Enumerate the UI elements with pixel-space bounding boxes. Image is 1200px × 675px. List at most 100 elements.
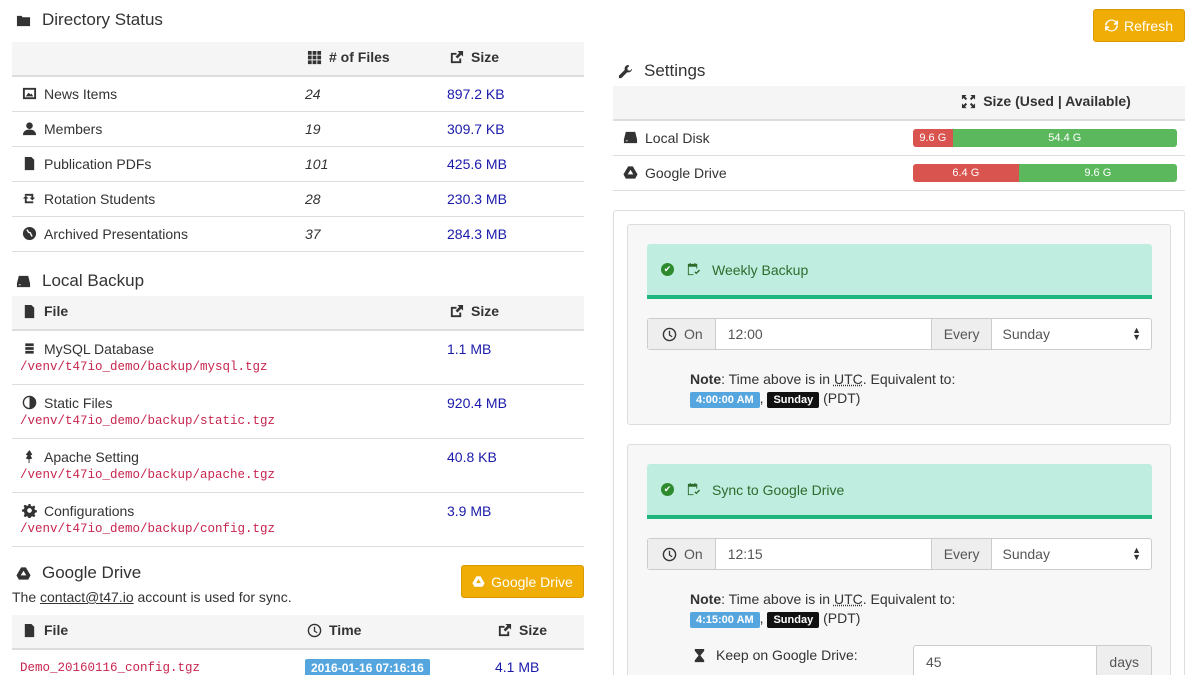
- local-backup-heading: Local Backup: [14, 271, 144, 291]
- time-badge: 2016-01-16 07:16:16: [305, 658, 430, 675]
- every-addon: Every: [931, 319, 993, 349]
- google-drive-icon: [14, 565, 32, 581]
- available-segment: 9.6 G: [1018, 163, 1177, 182]
- gear-icon: [20, 503, 38, 519]
- table-row: Local Disk 9.6 G 54.4 G: [613, 120, 1185, 156]
- table-row: Configurations /venv/t47io_demo/backup/c…: [12, 492, 584, 547]
- keep-days-group: 45 days: [913, 645, 1152, 675]
- backup-path: /venv/t47io_demo/backup/static.tgz: [20, 413, 276, 428]
- directory-table: # of Files Size News Items 24 897.2 KB M…: [12, 42, 584, 252]
- keep-on-drive-label: Keep on Google Drive:: [690, 647, 858, 663]
- size-value: 309.7 KB: [447, 120, 505, 137]
- files-column-header: # of Files: [305, 49, 390, 65]
- calendar-check-icon: [684, 482, 702, 498]
- time-input[interactable]: 12:15: [716, 539, 932, 569]
- local-day-badge: Sunday: [767, 392, 820, 408]
- size-value: 284.3 MB: [447, 225, 507, 242]
- size-column-header: Size: [447, 303, 499, 319]
- local-backup-title: Local Backup: [42, 271, 145, 290]
- check-circle-icon: ✔: [661, 263, 674, 276]
- day-select[interactable]: Sunday ▲ ▼: [992, 319, 1151, 349]
- feather-icon: [20, 449, 38, 465]
- sync-drive-panel: ✔ Sync to Google Drive On 12:15 Every Su…: [627, 444, 1171, 675]
- image-icon: [20, 86, 38, 102]
- table-row: Archived Presentations 37 284.3 MB: [12, 216, 584, 252]
- contrast-icon: [20, 395, 38, 411]
- sync-drive-alert: ✔ Sync to Google Drive: [647, 464, 1152, 519]
- table-row: MySQL Database /venv/t47io_demo/backup/m…: [12, 330, 584, 385]
- size-column-header: Size: [447, 49, 499, 65]
- keep-days-input[interactable]: 45: [914, 646, 1098, 675]
- weekly-backup-note: Note: Time above is in UTC. Equivalent t…: [690, 371, 956, 408]
- google-drive-title: Google Drive: [42, 563, 142, 582]
- refresh-button[interactable]: Refresh: [1093, 9, 1185, 42]
- settings-title: Settings: [644, 61, 706, 80]
- clock-icon: [660, 546, 678, 562]
- file-count: 101: [305, 155, 329, 172]
- table-row: Apache Setting /venv/t47io_demo/backup/a…: [12, 438, 584, 493]
- days-addon: days: [1097, 646, 1151, 675]
- database-icon: [20, 341, 38, 357]
- check-circle-icon: ✔: [661, 483, 674, 496]
- folder-icon: [14, 12, 32, 28]
- disk-usage-bar: 6.4 G 9.6 G: [913, 163, 1177, 182]
- on-addon: On: [648, 539, 716, 569]
- size-value: 1.1 MB: [447, 341, 492, 357]
- size-value: 4.1 MB: [495, 658, 540, 675]
- on-addon: On: [648, 319, 716, 349]
- local-time-badge: 4:15:00 AM: [690, 612, 760, 628]
- size-value: 230.3 MB: [447, 190, 507, 207]
- hdd-icon: [14, 273, 32, 289]
- weekly-backup-panel: ✔ Weekly Backup On 12:00 Every Sunday ▲ ▼…: [627, 224, 1171, 425]
- file-count: 37: [305, 225, 321, 242]
- drive-file-name: Demo_20160116_config.tgz: [20, 661, 201, 675]
- weekly-backup-schedule: On 12:00 Every Sunday ▲ ▼: [647, 318, 1152, 350]
- clock-icon: [305, 622, 323, 638]
- user-icon: [20, 121, 38, 137]
- file-count: 19: [305, 120, 321, 137]
- hourglass-icon: [690, 647, 708, 663]
- file-icon: [20, 622, 38, 638]
- drive-account-text: The contact@t47.io account is used for s…: [12, 589, 292, 605]
- calendar-check-icon: [684, 262, 702, 278]
- local-time-badge: 4:00:00 AM: [690, 392, 760, 408]
- disk-size-column-header: Size (Used | Available): [959, 93, 1131, 109]
- size-value: 897.2 KB: [447, 85, 505, 102]
- disk-table: Size (Used | Available) Local Disk 9.6 G…: [613, 86, 1185, 191]
- google-drive-heading: Google Drive: [14, 563, 141, 583]
- local-day-badge: Sunday: [767, 612, 820, 628]
- select-arrows-icon: ▲ ▼: [1132, 545, 1141, 562]
- settings-heading: Settings: [616, 61, 705, 81]
- refresh-icon: [1104, 19, 1118, 32]
- hdd-icon: [621, 130, 639, 146]
- directory-status-heading: Directory Status: [14, 10, 163, 30]
- table-row: Rotation Students 28 230.3 MB: [12, 181, 584, 217]
- used-segment: 9.6 G: [913, 128, 953, 147]
- share-icon: [447, 49, 465, 65]
- weekly-backup-alert: ✔ Weekly Backup: [647, 244, 1152, 299]
- backup-path: /venv/t47io_demo/backup/config.tgz: [20, 521, 276, 536]
- day-select[interactable]: Sunday ▲ ▼: [992, 539, 1151, 569]
- drive-files-table: File Time Size Demo_20160116_config.tgz …: [12, 615, 584, 675]
- local-backup-table: File Size MySQL Database /venv/t47io_dem…: [12, 296, 584, 547]
- table-row: Static Files /venv/t47io_demo/backup/sta…: [12, 384, 584, 439]
- table-row: News Items 24 897.2 KB: [12, 76, 584, 112]
- time-input[interactable]: 12:00: [716, 319, 932, 349]
- table-row: Demo_20160116_config.tgz 2016-01-16 07:1…: [12, 649, 584, 675]
- file-count: 24: [305, 85, 321, 102]
- globe-icon: [20, 226, 38, 242]
- google-drive-icon: [621, 165, 639, 181]
- time-column-header: Time: [305, 622, 361, 638]
- size-value: 920.4 MB: [447, 394, 507, 411]
- google-drive-button[interactable]: Google Drive: [461, 565, 584, 598]
- share-icon: [447, 303, 465, 319]
- size-value: 40.8 KB: [447, 448, 497, 465]
- table-row: Publication PDFs 101 425.6 MB: [12, 146, 584, 182]
- wrench-icon: [616, 63, 634, 79]
- share-icon: [495, 622, 513, 638]
- account-link[interactable]: contact@t47.io: [40, 589, 134, 605]
- table-row: Members 19 309.7 KB: [12, 111, 584, 147]
- utc-abbr: UTC: [833, 591, 863, 607]
- size-value: 3.9 MB: [447, 502, 492, 519]
- used-segment: 6.4 G: [913, 163, 1019, 182]
